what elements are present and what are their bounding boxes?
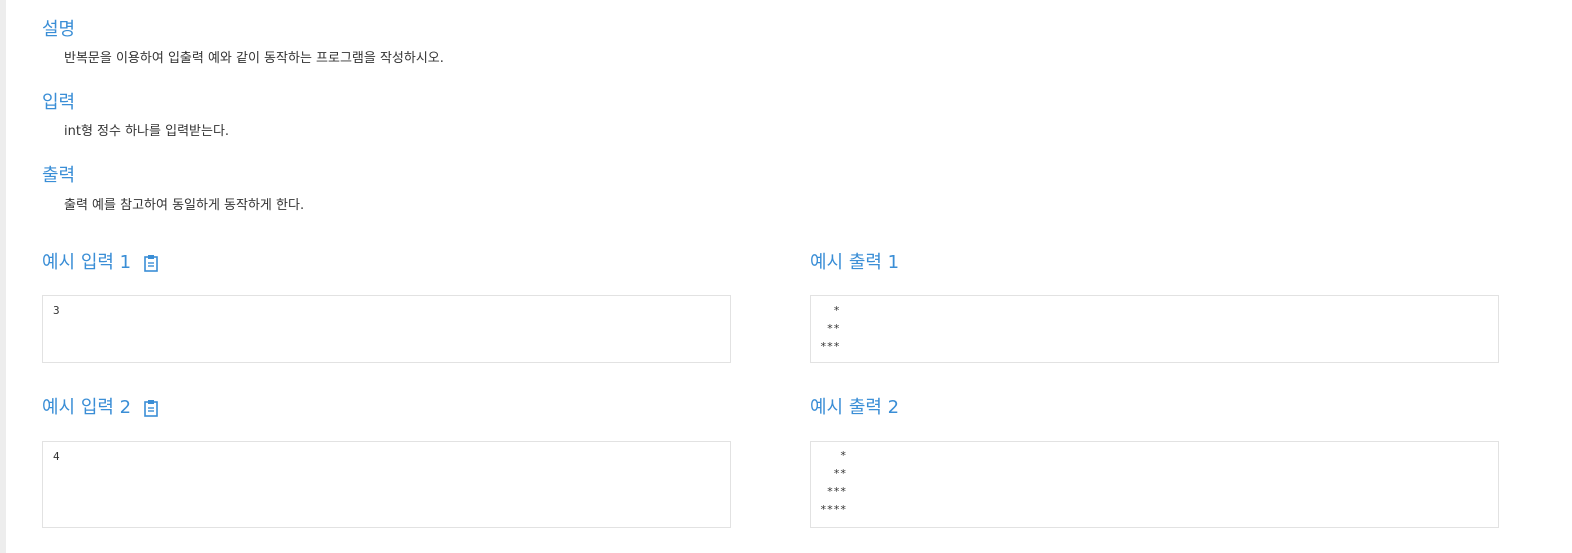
sample-input-1-box[interactable]: 3: [42, 295, 731, 363]
sample-input-2-title: 예시 입력 2: [42, 396, 159, 420]
output-title: 출력: [42, 165, 76, 186]
sample-output-1-box[interactable]: * ** ***: [810, 295, 1499, 363]
sample-output-2-label: 예시 출력 2: [810, 397, 900, 418]
sample-input-2-label: 예시 입력 2: [42, 397, 132, 418]
problem-content: 설명 반복문을 이용하여 입출력 예와 같이 동작하는 프로그램을 작성하시오.…: [42, 0, 1512, 553]
description-title: 설명: [42, 19, 76, 40]
output-text: 출력 예를 참고하여 동일하게 동작하게 한다.: [64, 198, 305, 213]
description-text: 반복문을 이용하여 입출력 예와 같이 동작하는 프로그램을 작성하시오.: [64, 51, 444, 66]
sample-output-2-title: 예시 출력 2: [810, 396, 899, 420]
clipboard-icon[interactable]: [143, 254, 159, 272]
input-title: 입력: [42, 92, 76, 113]
sample-input-2-box[interactable]: 4: [42, 441, 731, 528]
left-border: [0, 0, 6, 553]
sample-input-1-title: 예시 입력 1: [42, 251, 159, 275]
sample-input-1-label: 예시 입력 1: [42, 252, 132, 273]
clipboard-icon[interactable]: [143, 399, 159, 417]
sample-output-2-box[interactable]: * ** *** ****: [810, 441, 1499, 528]
sample-output-1-title: 예시 출력 1: [810, 251, 899, 275]
input-text: int형 정수 하나를 입력받는다.: [64, 124, 230, 139]
sample-output-1-label: 예시 출력 1: [810, 252, 900, 273]
